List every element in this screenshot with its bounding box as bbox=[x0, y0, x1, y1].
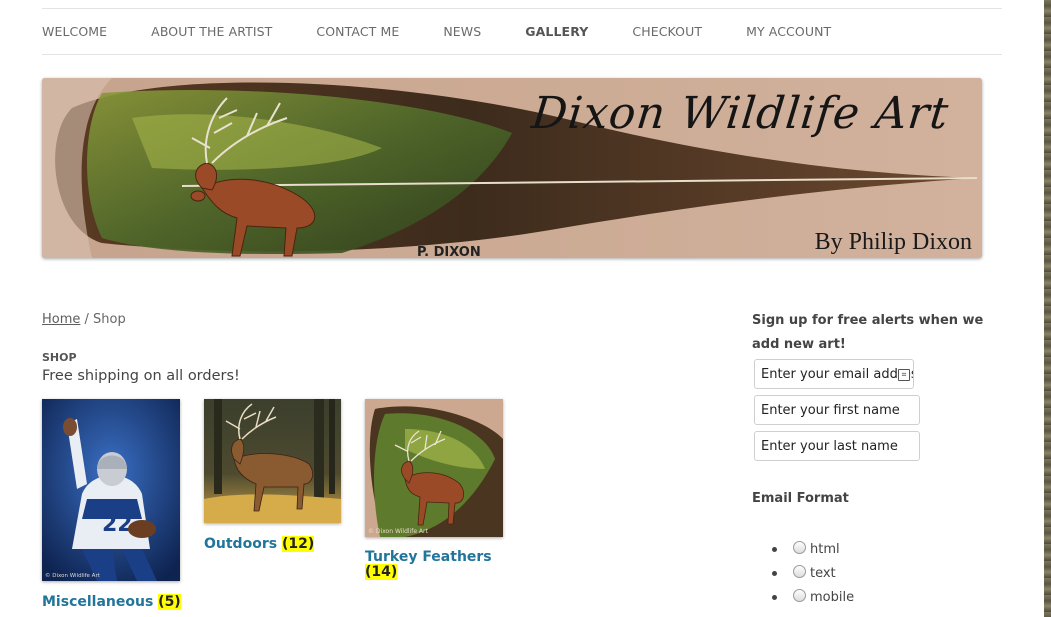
category-thumbnail-miscellaneous[interactable]: 22 © Dixon Wildlife Art bbox=[42, 399, 180, 581]
radio-text[interactable] bbox=[793, 564, 806, 578]
autofill-key-icon[interactable]: ⌗ bbox=[898, 369, 910, 381]
radio-mobile[interactable] bbox=[793, 588, 806, 602]
first-name-field[interactable]: Enter your first name bbox=[754, 395, 920, 425]
category-name: Miscellaneous bbox=[42, 594, 154, 610]
nav-checkout[interactable]: CHECKOUT bbox=[632, 24, 702, 39]
svg-text:© Dixon Wildlife Art: © Dixon Wildlife Art bbox=[45, 572, 101, 579]
first-name-field-value: Enter your first name bbox=[761, 402, 900, 418]
breadcrumb: Home / Shop bbox=[42, 312, 126, 327]
category-title-turkey-feathers[interactable]: Turkey Feathers (14) bbox=[365, 550, 515, 580]
category-miscellaneous[interactable]: 22 © Dixon Wildlife Art Miscellaneous (5… bbox=[42, 399, 181, 610]
main-nav: WELCOME ABOUT THE ARTIST CONTACT ME NEWS… bbox=[42, 8, 1002, 55]
format-option-html: html bbox=[772, 537, 854, 561]
breadcrumb-current: Shop bbox=[93, 312, 126, 327]
svg-text:22: 22 bbox=[102, 512, 133, 537]
site-subtitle: By Philip Dixon bbox=[814, 229, 972, 255]
email-format-list: html text mobile bbox=[772, 537, 854, 609]
category-count: (14) bbox=[365, 564, 398, 580]
deer-feather-painting-icon: © Dixon Wildlife Art bbox=[365, 399, 503, 537]
format-label: text bbox=[810, 565, 836, 581]
signup-heading: Sign up for free alerts when we add new … bbox=[752, 313, 984, 352]
category-title-miscellaneous[interactable]: Miscellaneous (5) bbox=[42, 594, 181, 610]
category-turkey-feathers[interactable]: © Dixon Wildlife Art Turkey Feathers (14… bbox=[365, 399, 515, 580]
nav-contact-me[interactable]: CONTACT ME bbox=[316, 24, 399, 39]
nav-welcome[interactable]: WELCOME bbox=[42, 24, 107, 39]
page-title: SHOP bbox=[42, 351, 77, 364]
format-option-mobile: mobile bbox=[772, 585, 854, 609]
format-option-text: text bbox=[772, 561, 854, 585]
nav-my-account[interactable]: MY ACCOUNT bbox=[746, 24, 831, 39]
email-field[interactable]: Enter your email address ⌗ bbox=[754, 359, 914, 389]
bullet-icon bbox=[772, 570, 777, 576]
last-name-field[interactable]: Enter your last name bbox=[754, 431, 920, 461]
format-label: mobile bbox=[810, 589, 855, 605]
radio-html[interactable] bbox=[793, 540, 806, 554]
football-player-painting-icon: 22 © Dixon Wildlife Art bbox=[42, 399, 180, 581]
bullet-icon bbox=[772, 546, 777, 552]
category-count: (12) bbox=[281, 536, 315, 552]
background-texture bbox=[1044, 0, 1051, 617]
last-name-field-value: Enter your last name bbox=[761, 438, 898, 454]
category-count: (5) bbox=[158, 594, 181, 610]
svg-text:© Dixon Wildlife Art: © Dixon Wildlife Art bbox=[368, 528, 429, 535]
email-format-heading: Email Format bbox=[752, 491, 849, 506]
page: WELCOME ABOUT THE ARTIST CONTACT ME NEWS… bbox=[0, 0, 1044, 617]
category-thumbnail-turkey-feathers[interactable]: © Dixon Wildlife Art bbox=[365, 399, 503, 537]
breadcrumb-home-link[interactable]: Home bbox=[42, 312, 80, 327]
category-name: Turkey Feathers bbox=[365, 549, 492, 565]
site-title: Dixon Wildlife Art bbox=[529, 88, 952, 139]
breadcrumb-separator: / bbox=[80, 312, 94, 327]
painting-signature: P. DIXON bbox=[417, 245, 481, 258]
format-label: html bbox=[810, 541, 840, 557]
header-banner[interactable]: P. DIXON Dixon Wildlife Art By Philip Di… bbox=[42, 78, 982, 258]
category-outdoors[interactable]: Outdoors (12) bbox=[204, 399, 341, 552]
category-title-outdoors[interactable]: Outdoors (12) bbox=[204, 536, 341, 552]
category-name: Outdoors bbox=[204, 536, 278, 552]
nav-gallery[interactable]: GALLERY bbox=[525, 24, 588, 39]
email-field-value: Enter your email address bbox=[761, 366, 914, 382]
elk-painting-icon bbox=[204, 399, 341, 523]
nav-about-the-artist[interactable]: ABOUT THE ARTIST bbox=[151, 24, 272, 39]
shop-description: Free shipping on all orders! bbox=[42, 368, 240, 384]
nav-news[interactable]: NEWS bbox=[443, 24, 481, 39]
bullet-icon bbox=[772, 594, 777, 600]
category-thumbnail-outdoors[interactable] bbox=[204, 399, 341, 523]
